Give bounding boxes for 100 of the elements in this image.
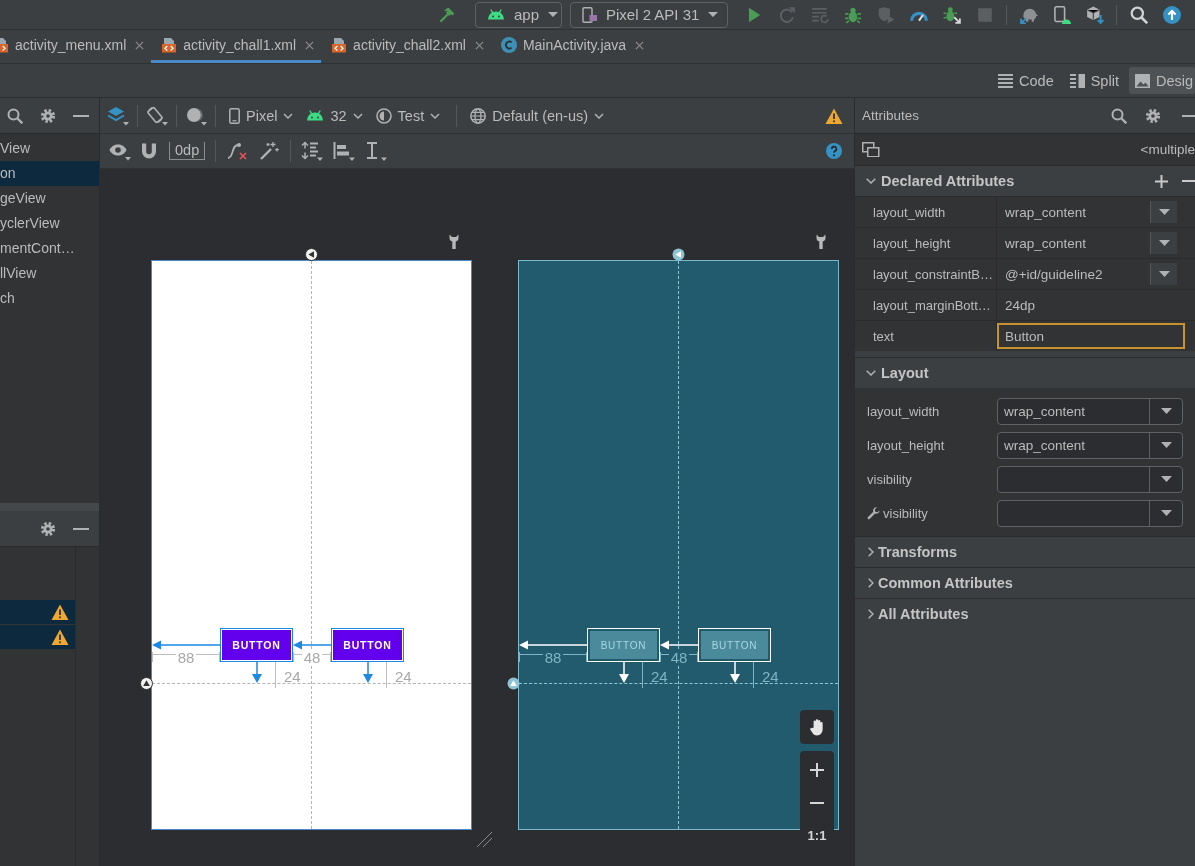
palette-item[interactable]: ch xyxy=(0,286,99,311)
chevron-down-icon[interactable] xyxy=(866,370,876,376)
editor-tab[interactable]: activity_chall2.xml xyxy=(321,30,491,63)
value-field[interactable]: wrap_content xyxy=(997,230,1150,256)
chevron-right-icon[interactable] xyxy=(868,547,874,557)
half-circle-icon xyxy=(375,107,392,124)
palette-item[interactable]: View xyxy=(0,136,99,161)
settings-icon[interactable] xyxy=(40,520,56,537)
constraint-arrow xyxy=(152,640,220,650)
palette-item[interactable]: mentCont… xyxy=(0,236,99,261)
button-widget[interactable]: BUTTON xyxy=(220,628,293,662)
help-icon[interactable] xyxy=(826,143,842,159)
dropdown-button[interactable] xyxy=(1150,263,1177,285)
layers-icon[interactable] xyxy=(107,105,129,126)
chevron-right-icon[interactable] xyxy=(868,578,874,588)
margin-label: 24 xyxy=(284,669,301,684)
palette-item[interactable]: llView xyxy=(0,261,99,286)
guideline-handle-icon[interactable] xyxy=(140,677,153,690)
hammer-icon[interactable] xyxy=(437,5,456,24)
dropdown-button[interactable] xyxy=(1150,232,1177,254)
i-beam-icon[interactable] xyxy=(365,141,388,161)
close-icon[interactable] xyxy=(305,40,315,50)
caret-icon xyxy=(1160,442,1172,448)
search-icon[interactable] xyxy=(1129,5,1148,24)
tilted-phone-icon[interactable] xyxy=(146,105,168,126)
dropdown-field[interactable] xyxy=(997,465,1183,493)
constraint-arrow xyxy=(251,662,262,683)
section-title[interactable]: Layout xyxy=(881,365,929,381)
plus-icon xyxy=(810,762,824,777)
value-field[interactable]: wrap_content xyxy=(997,199,1150,225)
view-mode-button[interactable]: Split xyxy=(1063,67,1125,94)
shaded-circle-icon[interactable] xyxy=(185,105,207,126)
editor-tab[interactable]: activity_menu.xml xyxy=(0,30,152,63)
view-mode-button[interactable]: Desig xyxy=(1128,67,1195,94)
dropdown-field[interactable] xyxy=(997,499,1183,527)
caret-icon xyxy=(1158,271,1170,277)
view-mode-button[interactable]: Code xyxy=(992,67,1060,94)
bug-arrow-icon[interactable] xyxy=(942,5,961,24)
xml-file-icon xyxy=(161,37,178,53)
button-widget[interactable]: BUTTON xyxy=(331,628,404,662)
minimize-icon[interactable] xyxy=(1182,114,1195,117)
caret-icon xyxy=(1158,209,1170,215)
section-title[interactable]: Declared Attributes xyxy=(881,173,1015,189)
plus-icon[interactable] xyxy=(1155,174,1168,188)
device-dropdown[interactable]: Pixel 2 API 31 xyxy=(570,1,728,28)
close-icon[interactable] xyxy=(474,40,484,50)
search-icon[interactable] xyxy=(7,107,23,124)
guideline-handle-icon[interactable] xyxy=(672,248,685,261)
chevron-down-icon[interactable] xyxy=(866,178,876,184)
caret-icon xyxy=(1160,408,1172,414)
dropdown-field[interactable]: wrap_content xyxy=(997,397,1183,425)
palette-item[interactable]: on xyxy=(0,161,99,186)
pan-button[interactable] xyxy=(800,710,834,744)
up-arrow-circle-icon[interactable] xyxy=(1162,5,1181,24)
close-icon[interactable] xyxy=(135,40,145,50)
theme-dropdown[interactable]: Test xyxy=(370,102,446,129)
dropdown-field[interactable]: wrap_content xyxy=(997,431,1183,459)
section-title[interactable]: Common Attributes xyxy=(878,575,1013,591)
minimize-icon[interactable] xyxy=(73,114,89,117)
tree-row[interactable] xyxy=(0,600,75,624)
settings-icon[interactable] xyxy=(40,107,56,124)
warning-icon[interactable] xyxy=(825,107,843,124)
settings-icon[interactable] xyxy=(1145,107,1161,124)
resize-grip-icon[interactable] xyxy=(477,832,492,847)
device-dropdown[interactable]: Pixel xyxy=(224,102,299,129)
phone-android-icon[interactable] xyxy=(1052,5,1071,24)
api-level-dropdown[interactable]: 32 xyxy=(301,102,368,129)
locale-dropdown[interactable]: Default (en-us) xyxy=(465,102,610,129)
curve-x-icon[interactable] xyxy=(226,141,249,161)
value-field[interactable]: 24dp xyxy=(997,292,1185,318)
palette-item[interactable]: geView xyxy=(0,186,99,211)
section-title[interactable]: Transforms xyxy=(878,544,957,560)
editor-tab[interactable]: activity_chall1.xml xyxy=(151,30,322,63)
close-icon[interactable] xyxy=(635,40,645,50)
cube-arrow-icon[interactable] xyxy=(1085,5,1104,24)
dropdown-button[interactable] xyxy=(1150,201,1177,223)
android-icon xyxy=(487,9,505,20)
bug-icon[interactable] xyxy=(843,5,862,24)
minimize-icon[interactable] xyxy=(73,527,89,530)
section-title[interactable]: All Attributes xyxy=(878,606,969,622)
android-icon xyxy=(306,110,325,121)
attribute-name: layout_constraintB… xyxy=(873,266,993,282)
magnet-icon[interactable] xyxy=(141,143,157,159)
guideline-handle-icon[interactable] xyxy=(507,677,520,690)
arrows-lines-icon[interactable] xyxy=(301,141,324,161)
margin-field[interactable]: 0dp xyxy=(169,142,206,160)
caret-icon xyxy=(1160,476,1172,482)
search-icon[interactable] xyxy=(1111,107,1127,124)
editor-tab[interactable]: MainActivity.java xyxy=(490,30,652,63)
tree-row[interactable] xyxy=(0,625,75,649)
value-field[interactable]: Button xyxy=(997,323,1185,349)
chevron-down-icon xyxy=(430,112,441,119)
align-left-icon[interactable] xyxy=(333,141,356,161)
run-config-dropdown[interactable]: app xyxy=(475,1,562,28)
palette-item[interactable]: yclerView xyxy=(0,211,99,236)
chevron-right-icon[interactable] xyxy=(868,609,874,619)
magic-wand-icon[interactable] xyxy=(258,141,281,161)
guideline-handle-icon[interactable] xyxy=(305,248,318,261)
value-field[interactable]: @+id/guideline2 xyxy=(997,261,1150,287)
wrench-icon xyxy=(815,234,827,249)
